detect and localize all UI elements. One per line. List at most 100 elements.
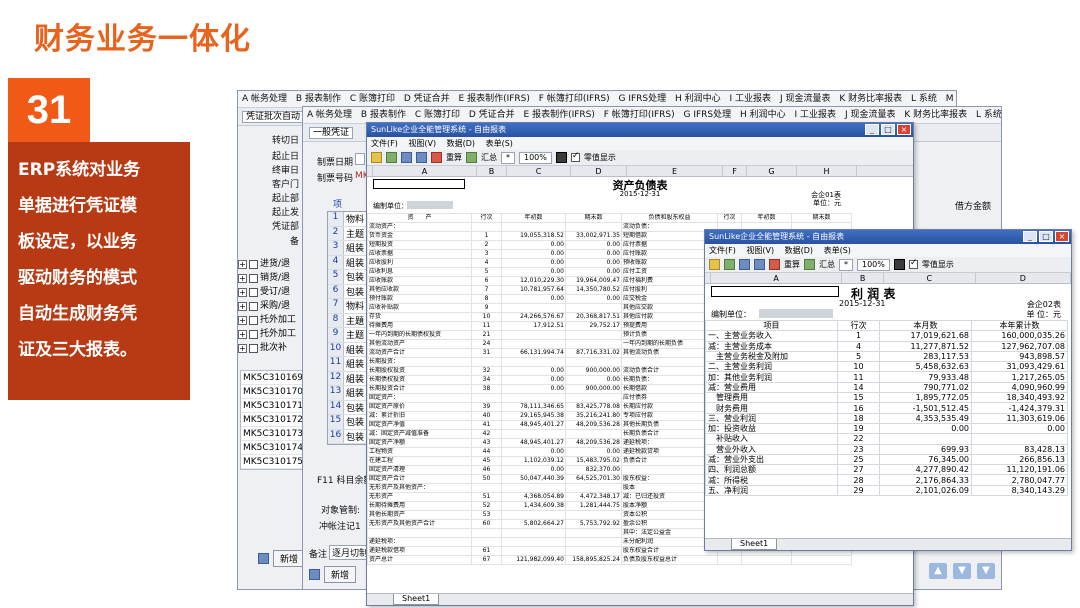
table-cell[interactable]: 0.00 <box>501 375 566 385</box>
table-cell[interactable] <box>791 555 852 565</box>
table-cell[interactable] <box>565 330 622 340</box>
print-icon[interactable] <box>401 152 412 163</box>
table-row[interactable]: 减：所得税 28 2,176,864.33 2,780,047.77 <box>705 474 1068 486</box>
sheet-tab[interactable]: Sheet1 <box>393 594 440 605</box>
table-cell[interactable]: 943,898.57 <box>971 350 1068 363</box>
tree-item[interactable]: + 进货/退 <box>238 257 308 271</box>
column-header[interactable]: A <box>711 273 843 283</box>
table-cell[interactable]: 18,340,493.92 <box>971 392 1068 404</box>
chart-icon[interactable] <box>555 152 567 163</box>
table-cell[interactable]: 31 <box>471 348 502 358</box>
table-cell[interactable]: 33,002,971.35 <box>565 231 622 241</box>
table-cell[interactable] <box>471 222 502 232</box>
menu-item[interactable]: A 帐务处理 <box>242 94 287 104</box>
column-header[interactable]: D <box>571 166 627 176</box>
f11-account-balance[interactable]: F11 科目余额 <box>317 473 373 486</box>
table-cell[interactable]: 17,019,621.68 <box>879 330 972 342</box>
menu-item[interactable]: 视图(V) <box>746 246 774 255</box>
table-cell[interactable]: 160,000,035.26 <box>971 330 1068 342</box>
table-cell[interactable]: 4,090,960.99 <box>971 381 1068 394</box>
table-cell[interactable]: 待摊费用 <box>367 321 472 331</box>
table-cell[interactable]: 其他应收款 <box>367 285 472 295</box>
table-cell[interactable]: 应收股利 <box>367 258 472 268</box>
column-header[interactable]: G <box>747 166 797 176</box>
table-cell[interactable]: 固定资产合计 <box>367 474 472 484</box>
close-icon[interactable]: × <box>1055 231 1069 242</box>
table-cell[interactable]: 53 <box>471 510 502 520</box>
checkbox[interactable] <box>249 343 258 353</box>
menu-item[interactable]: H 利润中心 <box>740 110 786 120</box>
table-cell[interactable] <box>741 555 792 565</box>
table-cell[interactable]: 83,425,778.08 <box>565 402 622 412</box>
table-cell[interactable] <box>501 330 566 340</box>
table-cell[interactable]: 0.00 <box>971 422 1068 435</box>
sheet-tab[interactable]: Sheet1 <box>731 539 778 550</box>
table-cell[interactable]: 9 <box>471 303 502 313</box>
table-cell[interactable]: 存货 <box>367 312 472 322</box>
recalc-icon[interactable] <box>769 259 780 270</box>
table-cell[interactable]: 8,340,143.29 <box>971 484 1068 497</box>
table-cell[interactable]: 1 <box>837 330 880 342</box>
table-cell[interactable]: 41 <box>471 420 502 430</box>
expand-icon[interactable]: + <box>238 315 247 325</box>
menu-item[interactable]: D 凭证合并 <box>469 110 515 120</box>
print-icon[interactable] <box>739 259 750 270</box>
table-cell[interactable]: 减：主营业务成本 <box>705 340 838 352</box>
menu-item[interactable]: I 工业报表 <box>730 94 772 104</box>
table-cell[interactable]: 66,131,994.74 <box>501 348 566 358</box>
table-cell[interactable] <box>565 393 622 403</box>
table-cell[interactable] <box>565 537 622 547</box>
table-cell[interactable]: 0.00 <box>501 267 566 277</box>
table-cell[interactable]: 10,781,957.64 <box>501 285 566 295</box>
column-header[interactable]: H <box>797 166 857 176</box>
table-cell[interactable]: 40 <box>471 411 502 421</box>
checkbox[interactable] <box>249 259 258 269</box>
table-cell[interactable]: 79,933.48 <box>879 371 972 383</box>
table-cell[interactable]: 19,964,009.47 <box>565 276 622 286</box>
table-cell[interactable] <box>501 339 566 349</box>
table-cell[interactable]: 12,010,229.30 <box>501 276 566 286</box>
style-select[interactable]: * <box>839 258 853 271</box>
column-header[interactable]: E <box>627 166 723 176</box>
table-cell[interactable]: 加：其他业务利润 <box>705 371 838 383</box>
table-cell[interactable]: 2,780,047.77 <box>971 474 1068 486</box>
table-cell[interactable]: 4 <box>837 340 880 352</box>
table-cell[interactable]: 管理费用 <box>705 392 838 404</box>
table-cell[interactable]: 减：营业外支出 <box>705 453 838 466</box>
list-item[interactable]: MK5C310171 <box>241 399 305 413</box>
table-cell[interactable]: 长期股权投资 <box>367 366 472 376</box>
table-cell[interactable]: 35,216,241.80 <box>565 411 622 421</box>
table-row[interactable]: 减：主营业务成本 4 11,277,871.52 127,962,707.08 <box>705 340 1068 352</box>
table-cell[interactable]: 51 <box>471 492 502 502</box>
tab-general-voucher[interactable]: 一般凭证 <box>309 127 354 139</box>
summary-button[interactable]: 汇总 <box>481 152 497 163</box>
table-row[interactable]: 减：营业外支出 25 76,345.00 266,856.13 <box>705 453 1068 466</box>
menu-item[interactable]: G IFRS处理 <box>619 94 667 104</box>
table-cell[interactable]: 一年内到期的长期债权投资 <box>367 330 472 340</box>
table-cell[interactable] <box>565 222 622 232</box>
table-cell[interactable]: 11 <box>471 321 502 331</box>
table-cell[interactable]: 二、主营业务利润 <box>705 361 838 373</box>
table-cell[interactable]: 11,303,619.06 <box>971 412 1068 424</box>
menu-item[interactable]: D 凭证合并 <box>404 94 450 104</box>
menu-item[interactable]: B 报表制作 <box>361 110 406 120</box>
table-cell[interactable]: 14 <box>837 381 880 394</box>
table-row[interactable]: 财务费用 16 -1,501,512.45 -1,424,379.31 <box>705 402 1068 414</box>
table-cell[interactable] <box>471 483 502 493</box>
close-icon[interactable]: × <box>897 124 911 135</box>
table-cell[interactable]: 长期投资： <box>367 357 472 367</box>
table-cell[interactable]: 流动资产合计 <box>367 348 472 358</box>
menu-item[interactable]: G IFRS处理 <box>684 110 732 120</box>
table-cell[interactable]: 121,982,099.40 <box>501 555 566 565</box>
table-cell[interactable]: 1,102,039.12 <box>501 456 566 466</box>
table-row[interactable]: 二、主营业务利润 10 5,458,632.63 31,093,429.61 <box>705 361 1068 373</box>
table-cell[interactable]: 0.00 <box>501 384 566 394</box>
table-cell[interactable]: 0.00 <box>501 366 566 376</box>
table-cell[interactable]: 22 <box>837 433 880 445</box>
table-row[interactable]: 加：投资收益 19 0.00 0.00 <box>705 422 1068 435</box>
table-cell[interactable]: 29,752.17 <box>565 321 622 331</box>
table-cell[interactable]: 4,277,890.42 <box>879 464 972 476</box>
table-cell[interactable]: 3 <box>471 249 502 259</box>
arrow-last-icon[interactable]: ▼ <box>977 563 995 579</box>
table-cell[interactable]: 0.00 <box>501 447 566 457</box>
